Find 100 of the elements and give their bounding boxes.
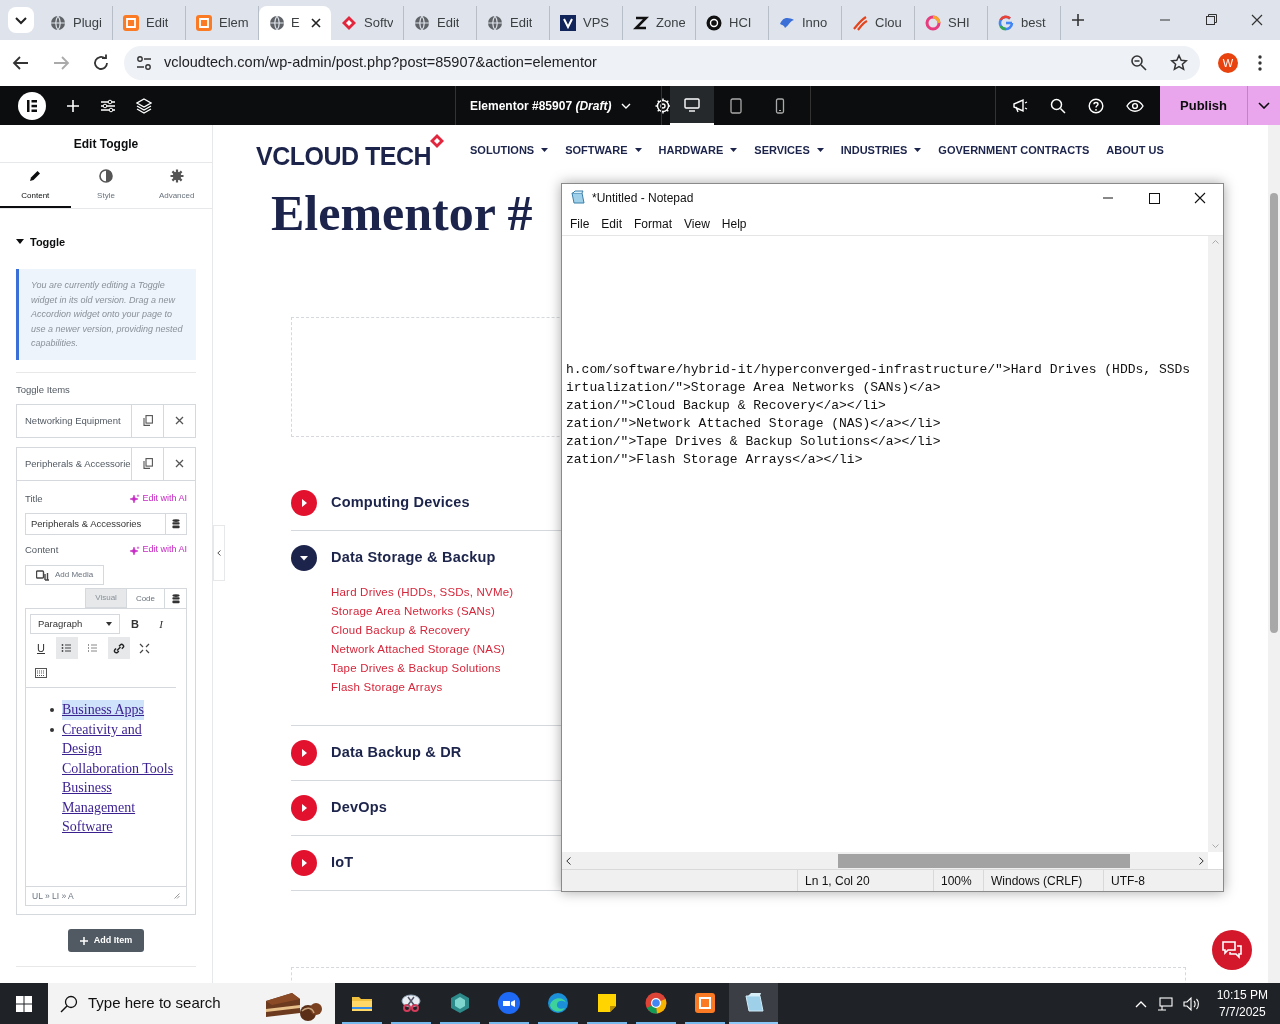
chevron-up-icon[interactable] (1134, 999, 1147, 1008)
menu-item[interactable]: Format (628, 214, 679, 233)
diamond-icon (341, 15, 357, 31)
bold-button[interactable]: B (124, 613, 146, 636)
caret-icon (1258, 102, 1270, 109)
caret-icon[interactable] (621, 102, 632, 109)
accordion-item-title[interactable]: Data Storage & Backup (291, 531, 496, 585)
editor-link[interactable]: Collaboration Tools (62, 758, 174, 779)
globe-icon (50, 15, 66, 31)
panel-tab[interactable]: Style (70, 163, 142, 208)
ring-logo-icon (998, 15, 1014, 31)
layers-icon[interactable] (136, 97, 152, 114)
editor-link[interactable]: Business Apps (62, 700, 145, 720)
nav-link[interactable]: SOLUTIONS (470, 141, 549, 159)
database-icon[interactable] (172, 519, 180, 529)
edit-with-ai-link[interactable]: Edit with AI (130, 543, 187, 557)
zoom-icon[interactable] (1130, 54, 1148, 72)
add-item-button[interactable]: Add Item (67, 929, 145, 953)
title-input[interactable]: Peripherals & Accessories (25, 513, 187, 535)
caret-icon (730, 148, 738, 152)
close-icon (175, 416, 184, 426)
windows-icon (16, 995, 32, 1012)
site-settings-icon[interactable] (136, 55, 152, 71)
database-icon[interactable] (171, 593, 180, 604)
megaphone-icon[interactable] (1012, 97, 1028, 114)
publish-options-button[interactable] (1247, 86, 1280, 125)
close-icon[interactable] (311, 18, 321, 28)
address-bar[interactable]: vcloudtech.com/wp-admin/post.php?post=85907&action=elementor (124, 46, 1200, 80)
accordion-item-title[interactable]: DevOps (291, 781, 387, 835)
publish-button[interactable]: Publish (1160, 86, 1247, 125)
accordion-item-title[interactable]: IoT (291, 836, 354, 890)
diamond-icon (429, 132, 446, 149)
site-logo[interactable]: VCLOUD TECH (256, 143, 432, 169)
back-icon[interactable] (12, 54, 30, 72)
nav-link[interactable]: SERVICES (754, 141, 824, 159)
text-line: irtualization/">Storage Area Networks (SANs)</a> (566, 379, 942, 397)
caret-icon (106, 622, 112, 627)
settings-sliders-icon[interactable] (100, 98, 116, 113)
menu-item[interactable]: Edit (595, 214, 629, 233)
edit-with-ai-link[interactable]: Edit with AI (130, 492, 187, 506)
profile-avatar[interactable]: W (1218, 53, 1238, 73)
search-box[interactable]: Type here to search (48, 983, 335, 1024)
editor-link[interactable]: Business Management Software (62, 778, 182, 837)
toggle-link[interactable]: Hard Drives (HDDs, SSDs, NVMe) (331, 583, 514, 602)
editor-link[interactable]: Creativity and Design (62, 719, 182, 759)
scrollbar[interactable] (1268, 125, 1280, 983)
format-select[interactable]: Paragraph (30, 614, 120, 635)
plus-icon[interactable] (1071, 13, 1085, 27)
toggle-link[interactable]: Storage Area Networks (SANs) (331, 602, 496, 621)
reload-icon[interactable] (92, 54, 110, 72)
link-button[interactable] (108, 637, 130, 660)
nav-link[interactable]: SOFTWARE (565, 141, 642, 159)
help-icon[interactable] (1088, 97, 1104, 114)
nav-link[interactable]: HARDWARE (658, 141, 738, 159)
toggle-link[interactable]: Flash Storage Arrays (331, 678, 443, 697)
toggle-link[interactable]: Tape Drives & Backup Solutions (331, 659, 501, 678)
panel-tab[interactable]: Advanced (141, 163, 212, 208)
nav-link[interactable]: GOVERNMENT CONTRACTS (938, 141, 1090, 159)
scrollbar[interactable] (562, 852, 1208, 869)
chat-button[interactable] (1212, 930, 1252, 970)
menu-item[interactable]: File (564, 214, 596, 233)
resize-grip-icon[interactable] (174, 893, 180, 900)
accordion-item-title[interactable]: Data Backup & DR (291, 726, 462, 780)
editor-mode-tab[interactable]: Code (126, 588, 165, 609)
network-icon[interactable] (1156, 995, 1173, 1012)
section-header[interactable]: Toggle (16, 234, 196, 250)
window-title: *Untitled - Notepad (592, 190, 694, 207)
clock[interactable]: 10:15 PM 7/7/2025 (1216, 986, 1268, 1021)
play-icon (291, 490, 317, 516)
panel-tab[interactable]: Content (0, 163, 71, 208)
document-title[interactable]: Elementor #85907 (Draft) (470, 96, 612, 115)
toggle-link[interactable]: Cloud Backup & Recovery (331, 621, 470, 640)
volume-icon[interactable] (1182, 995, 1201, 1012)
taskbar-app[interactable] (729, 983, 778, 1024)
italic-button[interactable]: I (150, 613, 172, 636)
globe-icon (269, 15, 285, 31)
add-media-button[interactable]: Add Media (25, 565, 105, 586)
menu-item[interactable]: Help (715, 214, 753, 233)
settings-icon[interactable] (655, 97, 672, 114)
keyboard-icon (35, 666, 47, 678)
menu-item[interactable]: View (678, 214, 716, 233)
eye-icon[interactable] (1126, 98, 1144, 113)
tab-list-icon[interactable] (8, 7, 34, 33)
underline-button[interactable]: U (30, 637, 52, 660)
browser-tab[interactable]: E (259, 6, 331, 40)
accordion-item-title[interactable]: Computing Devices (291, 476, 470, 530)
toggle-link[interactable]: Network Attached Storage (NAS) (331, 640, 506, 659)
search-icon[interactable] (1050, 97, 1066, 114)
media-icon (36, 569, 50, 581)
caret-icon (16, 239, 24, 245)
scrollbar[interactable] (1208, 236, 1223, 852)
square-logo-icon (123, 15, 139, 31)
elementor-logo-icon[interactable] (18, 91, 46, 120)
nav-link[interactable]: ABOUT US (1106, 141, 1164, 159)
star-icon[interactable] (1170, 54, 1188, 72)
repeater-item-title[interactable]: Peripherals & Accessorie (17, 447, 131, 480)
desktop-view-button[interactable] (670, 86, 714, 125)
more-icon[interactable] (1258, 55, 1262, 71)
close-icon (175, 459, 184, 469)
nav-link[interactable]: INDUSTRIES (840, 141, 922, 159)
